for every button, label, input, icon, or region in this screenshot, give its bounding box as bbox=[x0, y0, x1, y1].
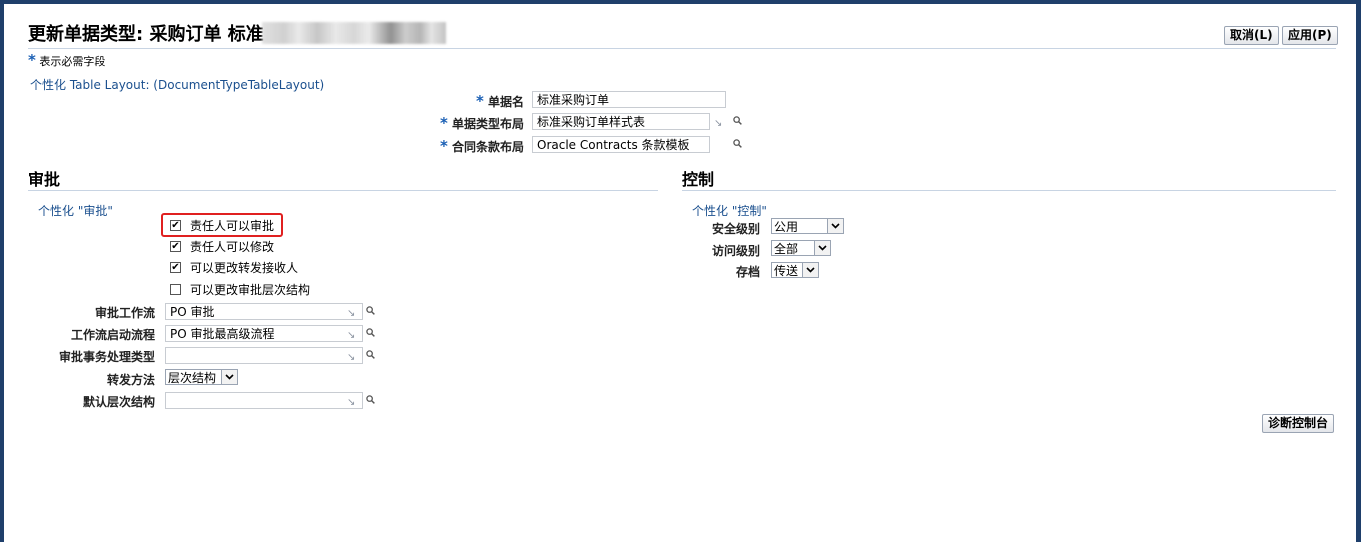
owner-can-modify-checkbox[interactable]: ✔ bbox=[170, 241, 181, 252]
personalize-approval-link[interactable]: 个性化 "审批" bbox=[38, 202, 113, 219]
chevron-down-icon bbox=[827, 219, 843, 233]
doc-type-layout-input[interactable]: 标准采购订单样式表 bbox=[532, 113, 710, 130]
can-change-forward-to-checkbox[interactable]: ✔ bbox=[170, 262, 181, 273]
approval-workflow-input[interactable]: PO 审批 bbox=[165, 303, 363, 320]
owner-can-approve-label: 责任人可以审批 bbox=[190, 219, 275, 233]
required-star: * bbox=[28, 51, 36, 69]
access-level-select[interactable]: 全部 bbox=[771, 240, 831, 256]
lov-arrow-icon: ↘ bbox=[347, 352, 356, 363]
can-change-hierarchy-label: 可以更改审批层次结构 bbox=[190, 283, 311, 297]
lov-arrow-icon: ↘ bbox=[347, 397, 356, 408]
doc-name-input[interactable]: 标准采购订单 bbox=[532, 91, 726, 108]
search-icon[interactable] bbox=[366, 306, 375, 315]
approval-txn-type-label: 审批事务处理类型 bbox=[58, 350, 155, 364]
lov-arrow-icon: ↘ bbox=[714, 118, 723, 129]
chevron-down-icon bbox=[802, 263, 818, 277]
control-heading: 控制 bbox=[682, 170, 715, 189]
page-title: 更新单据类型: 采购订单 标准 bbox=[28, 24, 264, 45]
chevron-down-icon bbox=[814, 241, 830, 255]
required-note: * 表示必需字段 bbox=[28, 51, 105, 69]
security-level-select[interactable]: 公用 bbox=[771, 218, 844, 234]
contract-layout-label: * 合同条款布局 bbox=[439, 137, 524, 155]
approval-workflow-label: 审批工作流 bbox=[94, 306, 155, 320]
page: 更新单据类型: 采购订单 标准 取消(L) 应用(P) * 表示必需字段 个性化… bbox=[4, 4, 1356, 542]
required-star: * bbox=[439, 137, 448, 155]
cancel-button[interactable]: 取消(L) bbox=[1224, 26, 1279, 45]
approval-txn-type-input[interactable] bbox=[165, 347, 363, 364]
can-change-hierarchy-checkbox[interactable] bbox=[170, 284, 181, 295]
required-star: * bbox=[439, 114, 448, 132]
redacted-region bbox=[262, 22, 446, 44]
access-level-label: 访问级别 bbox=[711, 244, 760, 258]
approval-divider bbox=[28, 190, 658, 191]
title-divider bbox=[28, 48, 1336, 49]
search-icon[interactable] bbox=[733, 116, 742, 125]
can-change-forward-to-label: 可以更改转发接收人 bbox=[190, 261, 299, 275]
forward-method-select[interactable]: 层次结构 bbox=[165, 369, 238, 385]
contract-layout-input[interactable]: Oracle Contracts 条款模板 bbox=[532, 136, 710, 153]
search-icon[interactable] bbox=[366, 395, 375, 404]
archive-label: 存档 bbox=[735, 265, 760, 279]
default-hierarchy-input[interactable] bbox=[165, 392, 363, 409]
owner-can-approve-checkbox[interactable]: ✔ bbox=[170, 220, 181, 231]
check-icon: ✔ bbox=[171, 261, 180, 273]
default-hierarchy-label: 默认层次结构 bbox=[82, 395, 155, 409]
apply-button[interactable]: 应用(P) bbox=[1282, 26, 1338, 45]
approval-heading: 审批 bbox=[28, 170, 61, 189]
doc-name-label: * 单据名 bbox=[475, 92, 524, 110]
archive-select[interactable]: 传送 bbox=[771, 262, 819, 278]
forward-method-label: 转发方法 bbox=[106, 373, 155, 387]
required-note-text: 表示必需字段 bbox=[39, 55, 106, 68]
check-icon: ✔ bbox=[171, 240, 180, 252]
lov-arrow-icon: ↘ bbox=[347, 330, 356, 341]
search-icon[interactable] bbox=[366, 328, 375, 337]
owner-can-modify-label: 责任人可以修改 bbox=[190, 240, 275, 254]
chevron-down-icon bbox=[221, 370, 237, 384]
search-icon[interactable] bbox=[366, 350, 375, 359]
control-divider bbox=[682, 190, 1336, 191]
personalize-control-link[interactable]: 个性化 "控制" bbox=[692, 202, 767, 219]
doc-type-layout-label: * 单据类型布局 bbox=[439, 114, 524, 132]
security-level-label: 安全级别 bbox=[711, 222, 760, 236]
workflow-startup-label: 工作流启动流程 bbox=[70, 328, 155, 342]
required-star: * bbox=[475, 92, 484, 110]
diagnostics-console-button[interactable]: 诊断控制台 bbox=[1262, 414, 1335, 433]
lov-arrow-icon: ↘ bbox=[347, 308, 356, 319]
workflow-startup-input[interactable]: PO 审批最高级流程 bbox=[165, 325, 363, 342]
check-icon: ✔ bbox=[171, 219, 180, 231]
search-icon[interactable] bbox=[733, 139, 742, 148]
personalize-table-layout-link[interactable]: 个性化 Table Layout: (DocumentTypeTableLayo… bbox=[30, 76, 324, 93]
